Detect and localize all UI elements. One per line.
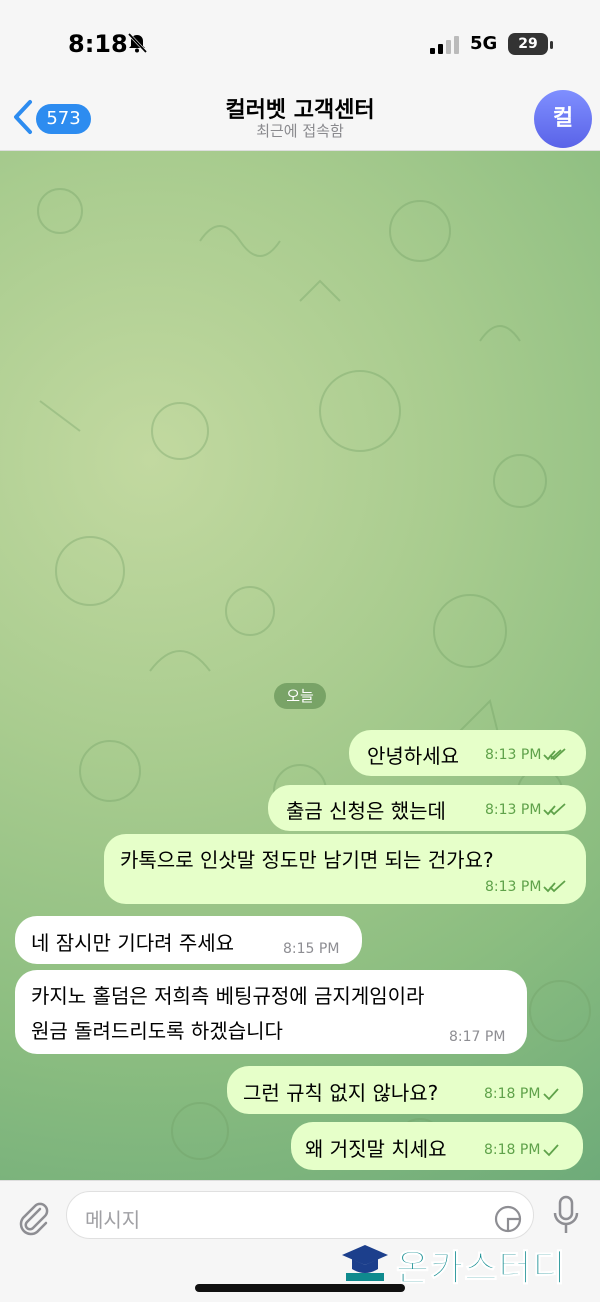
message-incoming[interactable]: 카지노 홀덤은 저희측 베팅규정에 금지게임이라 원금 돌려드리도록 하겠습니다… (15, 970, 527, 1054)
message-text: 카톡으로 인삿말 정도만 남기면 되는 건가요? (120, 848, 494, 872)
status-bar: 8:18 5G 29 (0, 0, 600, 90)
chat-background[interactable]: 오늘 안녕하세요 8:13 PM 출금 신청은 했는데 8:13 PM 카톡으로… (0, 151, 600, 1180)
date-separator: 오늘 (274, 683, 326, 709)
message-meta: 8:18 PM (484, 1086, 560, 1102)
message-outgoing[interactable]: 왜 거짓말 치세요 8:18 PM (291, 1122, 583, 1170)
chat-last-seen: 최근에 접속함 (256, 122, 344, 140)
message-time: 8:17 PM (449, 1029, 506, 1045)
message-input-placeholder: 메시지 (85, 1208, 141, 1232)
double-check-icon (543, 748, 567, 761)
message-incoming[interactable]: 네 잠시만 기다려 주세요 8:15 PM (15, 916, 362, 964)
message-meta: 8:13 PM (485, 802, 567, 818)
battery-icon: 29 (508, 33, 548, 55)
message-outgoing[interactable]: 그런 규칙 없지 않나요? 8:18 PM (227, 1066, 583, 1114)
single-check-icon (543, 1088, 560, 1101)
graduation-cap-icon (342, 1245, 388, 1281)
single-check-icon (543, 1144, 560, 1157)
signal-icon (430, 36, 459, 54)
message-time: 8:13 PM (485, 802, 542, 818)
message-text: 출금 신청은 했는데 (286, 799, 446, 823)
message-text-line: 원금 돌려드리도록 하겠습니다 (31, 1019, 283, 1043)
message-time: 8:13 PM (485, 747, 542, 763)
battery-tip (550, 41, 553, 49)
home-indicator (195, 1284, 405, 1292)
message-time: 8:15 PM (283, 941, 340, 957)
paperclip-icon[interactable] (14, 1197, 50, 1237)
message-meta: 8:13 PM (485, 879, 567, 895)
double-check-icon (543, 880, 567, 893)
double-check-icon (543, 803, 567, 816)
avatar[interactable]: 컬 (534, 90, 592, 148)
message-text: 네 잠시만 기다려 주세요 (31, 931, 235, 955)
message-outgoing[interactable]: 출금 신청은 했는데 8:13 PM (268, 785, 586, 831)
message-text: 왜 거짓말 치세요 (305, 1137, 447, 1161)
message-meta: 8:13 PM (485, 747, 567, 763)
message-time: 8:18 PM (484, 1086, 541, 1102)
watermark-text: 온카스터디 (396, 1248, 567, 1290)
message-meta: 8:18 PM (484, 1142, 560, 1158)
watermark-logo: 온카스터디 (340, 1237, 590, 1290)
message-outgoing[interactable]: 안녕하세요 8:13 PM (349, 730, 586, 776)
network-label: 5G (470, 33, 498, 54)
message-text: 그런 규칙 없지 않나요? (243, 1081, 439, 1105)
message-time: 8:13 PM (485, 879, 542, 895)
status-time: 8:18 (68, 30, 128, 58)
message-text-line: 카지노 홀덤은 저희측 베팅규정에 금지게임이라 (31, 984, 425, 1008)
message-outgoing[interactable]: 카톡으로 인삿말 정도만 남기면 되는 건가요? 8:13 PM (104, 834, 586, 904)
microphone-icon[interactable] (552, 1195, 580, 1237)
message-text: 안녕하세요 (367, 744, 459, 768)
bell-slash-icon (127, 32, 148, 54)
sticker-icon[interactable] (493, 1204, 523, 1234)
message-composer: 메시지 온카스터디 (0, 1180, 600, 1302)
chat-header: 573 컬러벳 고객센터 최근에 접속함 컬 (0, 90, 600, 151)
message-time: 8:18 PM (484, 1142, 541, 1158)
message-input[interactable]: 메시지 (66, 1191, 534, 1239)
